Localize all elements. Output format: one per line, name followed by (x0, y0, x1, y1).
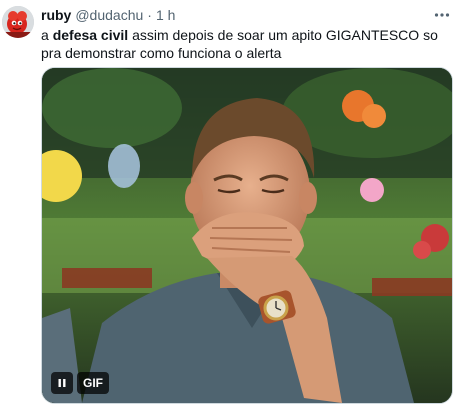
tweet-text-bold: defesa civil (52, 27, 129, 43)
gif-badge: GIF (77, 372, 109, 394)
tweet-header: ruby @dudachu · 1 h (41, 6, 175, 24)
tweet-timestamp[interactable]: 1 h (156, 7, 175, 23)
gif-media[interactable]: GIF (41, 67, 453, 404)
man-laughing-gif (42, 68, 452, 403)
more-options-icon[interactable] (432, 6, 452, 24)
gif-controls: GIF (51, 372, 109, 394)
avatar-image (2, 6, 34, 38)
author-avatar[interactable] (2, 6, 34, 38)
tweet-card[interactable]: ruby @dudachu · 1 h a defesa civil assim… (0, 0, 461, 408)
tweet-text: a defesa civil assim depois de soar um a… (41, 26, 451, 62)
meta-separator: · (147, 7, 152, 23)
tweet-text-prefix: a (41, 27, 53, 43)
author-handle[interactable]: @dudachu (75, 7, 143, 23)
author-name[interactable]: ruby (41, 7, 71, 23)
pause-icon[interactable] (51, 372, 73, 394)
